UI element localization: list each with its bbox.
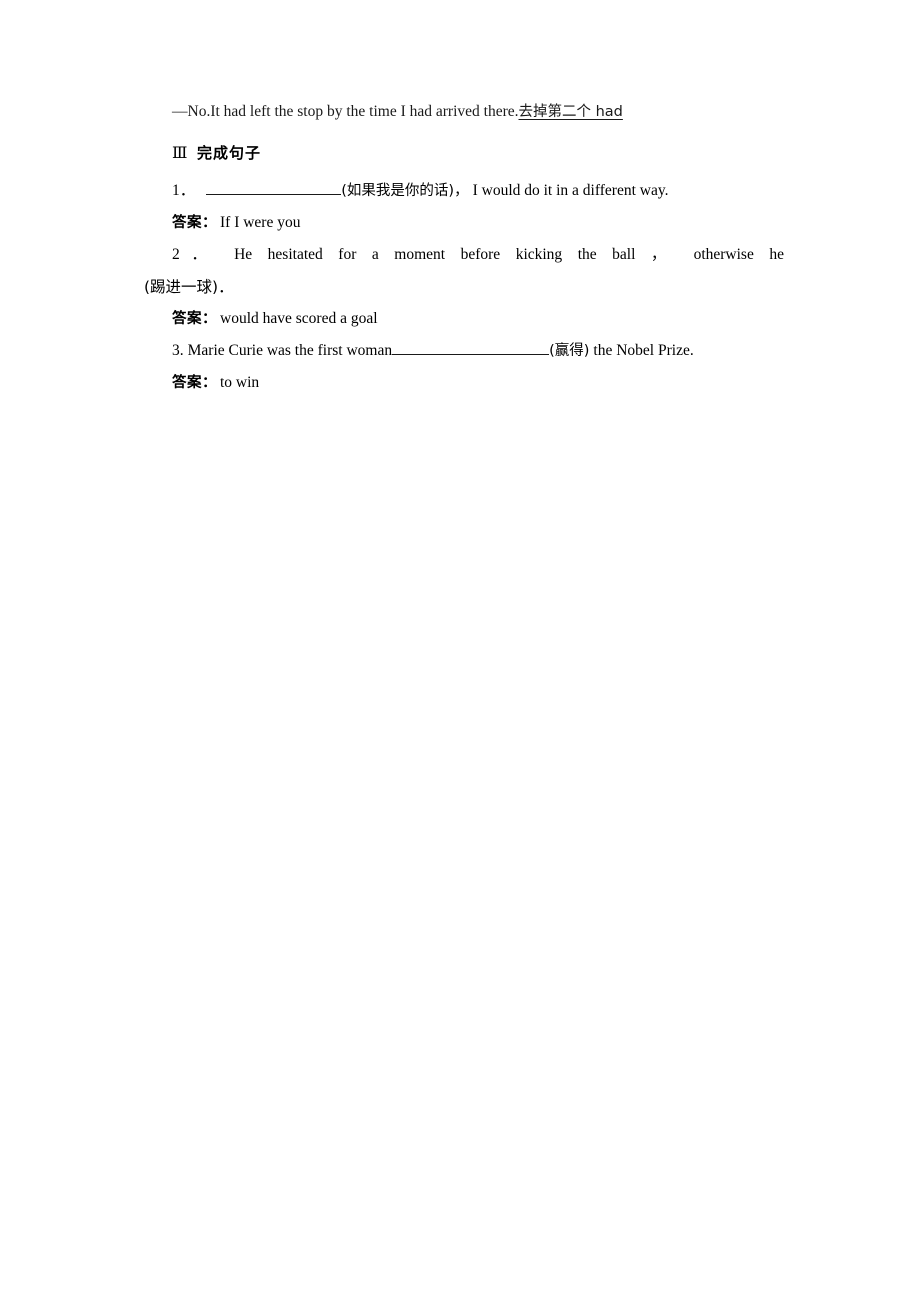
dialogue-answer-annotation: 去掉第二个 had: [518, 104, 623, 120]
question-2-number: 2．: [172, 246, 219, 263]
question-3-blank[interactable]: [392, 341, 550, 355]
question-1-blank[interactable]: [206, 181, 342, 195]
document-page: —No.It had left the stop by the time I h…: [0, 0, 920, 1302]
section-numeral: Ⅲ: [172, 145, 188, 162]
question-2-line: 2． He hesitated for a moment before kick…: [144, 239, 784, 271]
question-1-hint: (如果我是你的话)，: [341, 183, 469, 199]
answer-label: 答案：: [172, 311, 217, 327]
question-2-text: He hesitated for a moment before kicking…: [234, 246, 784, 263]
question-2-answer: 答案： would have scored a goal: [144, 303, 784, 335]
section-title: 完成句子: [196, 144, 261, 162]
question-2-continuation: (踢进一球)．: [144, 271, 784, 303]
question-3-answer: 答案： to win: [144, 367, 784, 399]
dialogue-answer-text: —No.It had left the stop by the time I h…: [172, 103, 519, 120]
answer-label: 答案：: [172, 215, 217, 231]
question-1-line: 1． (如果我是你的话)， I would do it in a different…: [144, 175, 784, 207]
question-2-continuation-text: (踢进一球)．: [144, 278, 234, 296]
answer-text: would have scored a goal: [220, 310, 378, 327]
answer-text: to win: [220, 374, 260, 391]
question-3-number: 3.: [172, 342, 184, 359]
question-3-lead: Marie Curie was the first woman: [187, 342, 393, 359]
question-3-hint: (赢得): [549, 343, 590, 359]
question-3-tail: the Nobel Prize.: [593, 342, 694, 359]
question-3-line: 3. Marie Curie was the first woman (赢得) the…: [144, 335, 784, 367]
dialogue-answer-line: —No.It had left the stop by the time I h…: [144, 96, 784, 128]
answer-label: 答案：: [172, 375, 217, 391]
answer-text: If I were you: [220, 214, 301, 231]
document-body: —No.It had left the stop by the time I h…: [144, 96, 784, 399]
question-1-number: 1．: [172, 182, 196, 199]
question-1-answer: 答案： If I were you: [144, 207, 784, 239]
section-heading: Ⅲ 完成句子: [144, 136, 784, 171]
question-1-tail: I would do it in a different way.: [472, 182, 669, 199]
